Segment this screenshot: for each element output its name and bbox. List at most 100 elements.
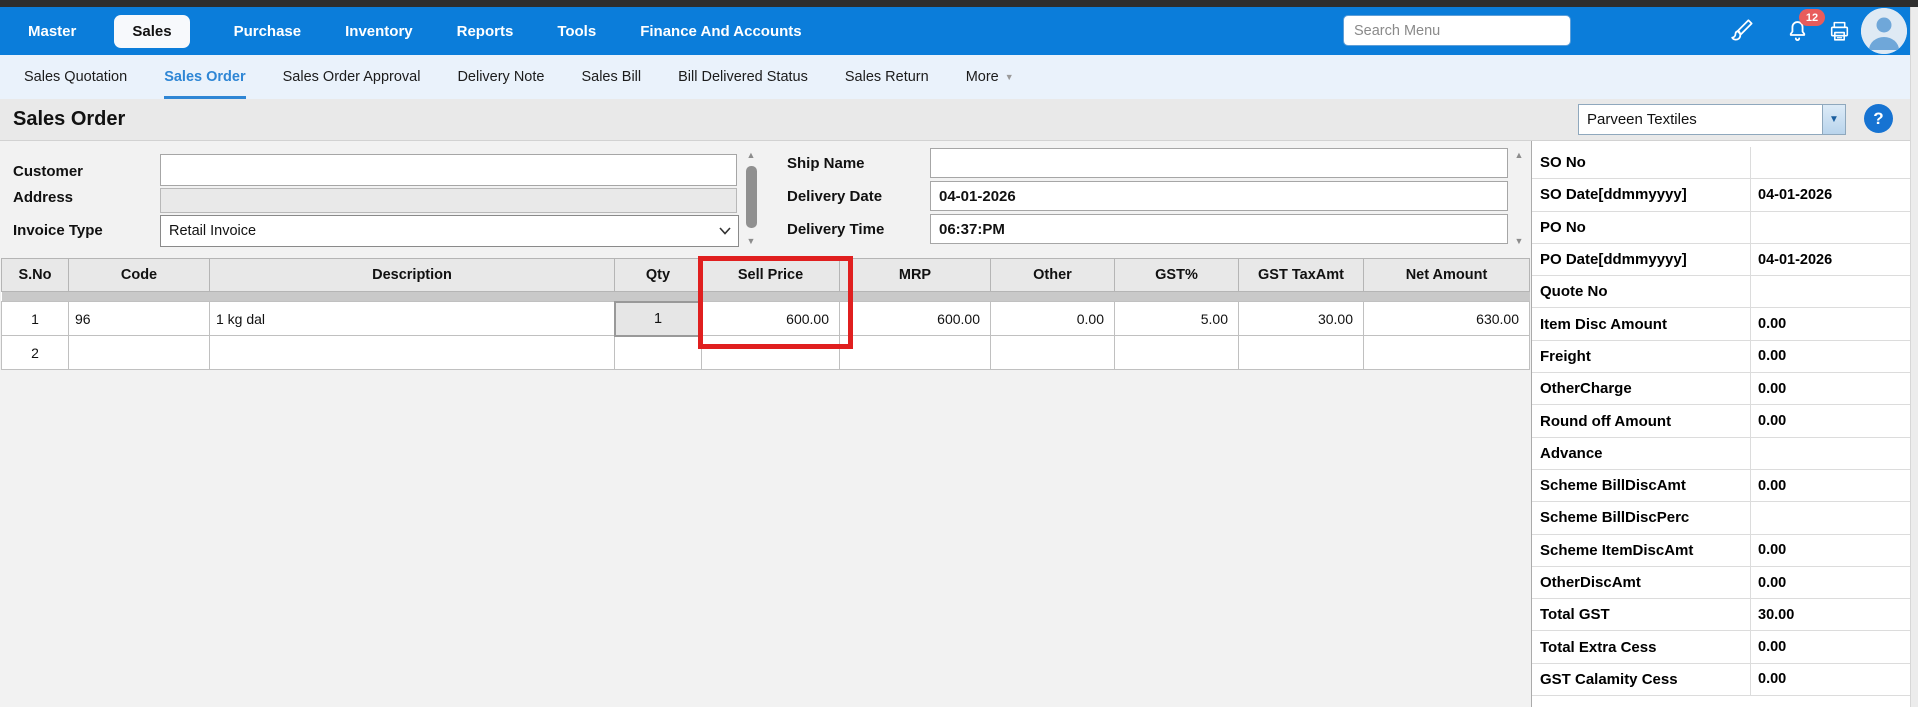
summary-value[interactable]: 0.00 (1751, 373, 1910, 404)
tab-sales-return[interactable]: Sales Return (845, 55, 929, 99)
left-form-scroll-up-icon[interactable]: ▲ (744, 150, 758, 160)
cell-sno[interactable]: 1 (1, 301, 69, 336)
summary-label: Scheme BillDiscAmt (1532, 469, 1751, 502)
col-header-description[interactable]: Description (209, 258, 615, 292)
nav-purchase[interactable]: Purchase (234, 23, 302, 40)
col-header-qty[interactable]: Qty (614, 258, 702, 292)
nav-master[interactable]: Master (28, 23, 76, 40)
cell-description[interactable] (209, 335, 615, 370)
summary-value[interactable]: 0.00 (1751, 631, 1910, 662)
summary-value[interactable] (1751, 438, 1910, 469)
tab-sales-bill[interactable]: Sales Bill (581, 55, 641, 99)
summary-label: Total GST (1532, 599, 1751, 631)
nav-sales[interactable]: Sales (114, 14, 190, 48)
tab-more[interactable]: More ▼ (966, 55, 1014, 99)
cell-code[interactable]: 96 (68, 301, 210, 336)
summary-value[interactable]: 04-01-2026 (1751, 179, 1910, 210)
company-select-arrow-icon[interactable]: ▼ (1822, 105, 1845, 134)
nav-finance-and-accounts[interactable]: Finance And Accounts (640, 23, 801, 40)
tab-bill-delivered-status[interactable]: Bill Delivered Status (678, 55, 808, 99)
ship-name-input[interactable] (930, 148, 1508, 178)
cell-gst-pct[interactable]: 5.00 (1114, 301, 1239, 336)
nav-reports[interactable]: Reports (457, 23, 514, 40)
col-header-other[interactable]: Other (990, 258, 1115, 292)
nav-tools[interactable]: Tools (557, 23, 596, 40)
summary-value[interactable] (1751, 502, 1910, 533)
summary-value[interactable]: 0.00 (1751, 405, 1910, 436)
cell-gst-taxamt[interactable]: 30.00 (1238, 301, 1364, 336)
cell-sno[interactable]: 2 (1, 335, 69, 370)
left-form-scrollbar[interactable] (746, 166, 757, 228)
cell-sell-price[interactable]: 600.00 (701, 301, 840, 336)
col-header-net-amount[interactable]: Net Amount (1363, 258, 1530, 292)
print-icon[interactable] (1827, 19, 1853, 45)
summary-value[interactable] (1751, 212, 1910, 243)
summary-value[interactable] (1751, 147, 1910, 178)
col-header-code[interactable]: Code (68, 258, 210, 292)
summary-value[interactable] (1751, 276, 1910, 307)
cell-qty[interactable] (614, 335, 702, 370)
summary-value[interactable]: 0.00 (1751, 470, 1910, 501)
notification-count-badge: 12 (1799, 9, 1825, 26)
col-header-mrp[interactable]: MRP (839, 258, 991, 292)
company-select[interactable]: Parveen Textiles ▼ (1578, 104, 1846, 135)
cell-other[interactable]: 0.00 (990, 301, 1115, 336)
customer-input[interactable] (160, 154, 737, 186)
nav-inventory[interactable]: Inventory (345, 23, 413, 40)
summary-row-po-no: PO No (1532, 211, 1910, 244)
col-header-sell-price[interactable]: Sell Price (701, 258, 840, 292)
summary-value[interactable]: 0.00 (1751, 535, 1910, 566)
tab-sales-order[interactable]: Sales Order (164, 55, 245, 99)
page-scrollbar[interactable] (1910, 7, 1918, 707)
tab-sales-order-approval[interactable]: Sales Order Approval (283, 55, 421, 99)
cell-mrp[interactable]: 600.00 (839, 301, 991, 336)
cell-net-amount[interactable]: 630.00 (1363, 301, 1530, 336)
cell-code[interactable] (68, 335, 210, 370)
summary-value[interactable]: 0.00 (1751, 664, 1910, 695)
summary-row-round-off: Round off Amount 0.00 (1532, 405, 1910, 438)
cell-mrp[interactable] (839, 335, 991, 370)
delivery-time-input[interactable] (930, 214, 1508, 244)
summary-value[interactable]: 0.00 (1751, 341, 1910, 372)
summary-row-so-no: SO No (1532, 147, 1910, 180)
cell-gst-taxamt[interactable] (1238, 335, 1364, 370)
summary-row-gst-calamity-cess: GST Calamity Cess 0.00 (1532, 663, 1910, 697)
col-header-sno[interactable]: S.No (1, 258, 69, 292)
search-input[interactable] (1343, 15, 1571, 46)
user-avatar[interactable] (1861, 8, 1907, 54)
col-header-gst-taxamt[interactable]: GST TaxAmt (1238, 258, 1364, 292)
tab-sales-quotation[interactable]: Sales Quotation (24, 55, 127, 99)
col-header-gst-pct[interactable]: GST% (1114, 258, 1239, 292)
summary-label: SO No (1532, 147, 1751, 179)
middle-form-scroll-up-icon[interactable]: ▲ (1512, 150, 1526, 160)
summary-value[interactable]: 30.00 (1751, 599, 1910, 630)
help-icon[interactable]: ? (1864, 104, 1893, 133)
invoice-type-select[interactable]: Retail Invoice (160, 215, 739, 247)
cell-net-amount[interactable] (1363, 335, 1530, 370)
middle-form-scroll-down-icon[interactable]: ▼ (1512, 236, 1526, 246)
cell-description[interactable]: 1 kg dal (209, 301, 615, 336)
summary-value[interactable]: 0.00 (1751, 567, 1910, 598)
company-select-value: Parveen Textiles (1587, 111, 1697, 128)
window-top-strip (0, 0, 1918, 7)
summary-label: Item Disc Amount (1532, 308, 1751, 340)
summary-value[interactable]: 0.00 (1751, 308, 1910, 339)
tab-delivery-note[interactable]: Delivery Note (457, 55, 544, 99)
delivery-date-label: Delivery Date (787, 188, 883, 205)
address-label: Address (13, 189, 74, 206)
table-header-row: S.No Code Description Qty Sell Price MRP… (1, 258, 1530, 292)
table-row: 1 96 1 kg dal 1 600.00 600.00 0.00 5.00 … (1, 300, 1530, 337)
left-form-scroll-down-icon[interactable]: ▼ (744, 236, 758, 246)
table-group-strip (1, 291, 1530, 302)
cell-qty[interactable]: 1 (613, 300, 703, 337)
cell-sell-price[interactable] (701, 335, 840, 370)
cell-gst-pct[interactable] (1114, 335, 1239, 370)
summary-label: Quote No (1532, 276, 1751, 308)
summary-value[interactable]: 04-01-2026 (1751, 244, 1910, 275)
summary-label: OtherDiscAmt (1532, 566, 1751, 599)
summary-label: SO Date[ddmmyyyy] (1532, 179, 1751, 211)
summary-row-item-disc-amount: Item Disc Amount 0.00 (1532, 308, 1910, 341)
cell-other[interactable] (990, 335, 1115, 370)
delivery-date-input[interactable] (930, 181, 1508, 211)
theme-brush-icon[interactable] (1730, 17, 1756, 43)
